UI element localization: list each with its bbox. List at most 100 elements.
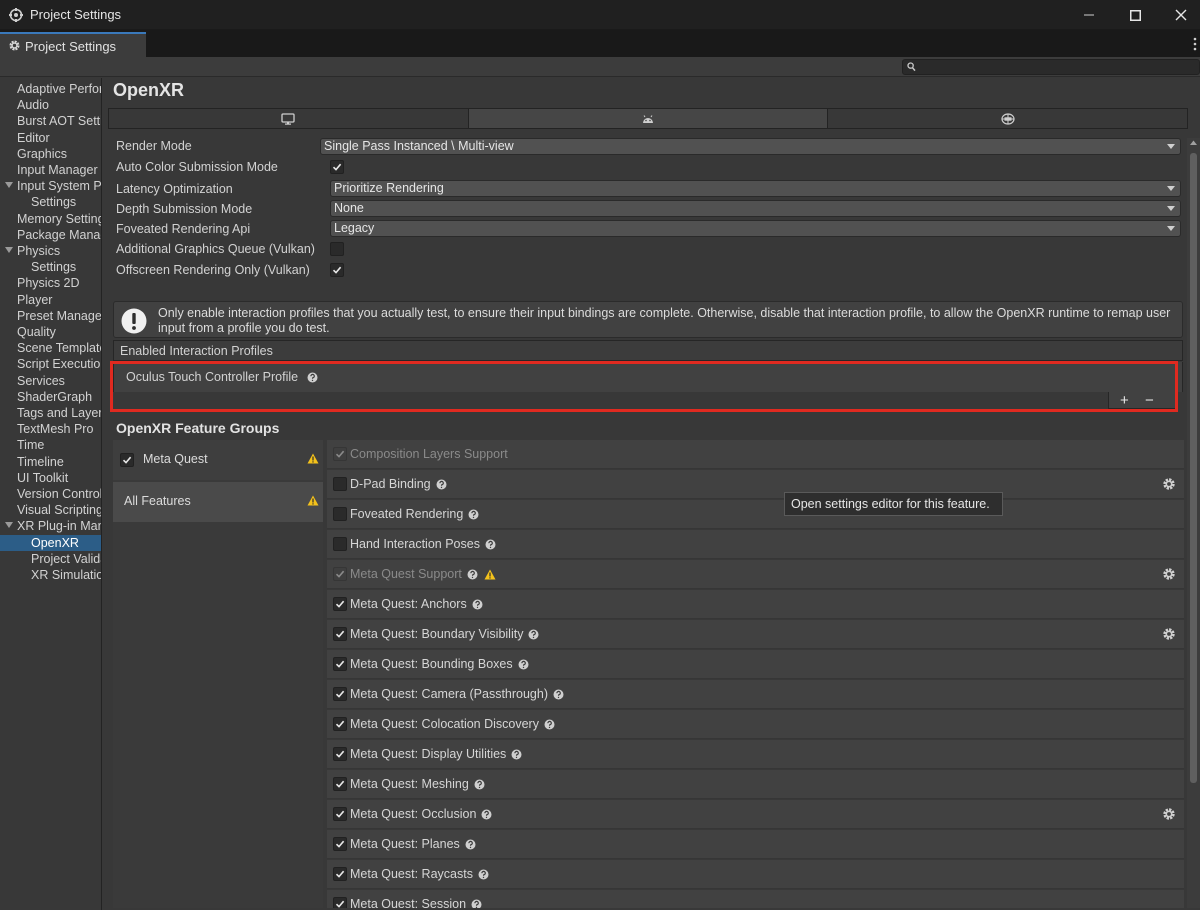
vertical-scrollbar[interactable] [1187,138,1200,908]
feature-row-meta-quest-boundary-visibility[interactable]: Meta Quest: Boundary Visibility [327,620,1184,649]
sidebar-item-time[interactable]: Time [0,437,101,453]
feature-row-meta-quest-session[interactable]: Meta Quest: Session [327,890,1184,908]
sidebar-item-ui-toolkit[interactable]: UI Toolkit [0,470,101,486]
remove-profile-button[interactable]: − [1145,392,1154,409]
feature-checkbox[interactable] [333,627,347,641]
sidebar-item-settings[interactable]: Settings [0,194,101,210]
minimize-button[interactable] [1066,0,1112,30]
expand-arrow-icon[interactable] [5,247,13,254]
sidebar-item-editor[interactable]: Editor [0,130,101,146]
sidebar-item-shadergraph[interactable]: ShaderGraph [0,389,101,405]
sidebar-item-adaptive-performance[interactable]: Adaptive Performance [0,81,101,97]
feature-checkbox[interactable] [333,897,347,908]
feature-checkbox[interactable] [333,597,347,611]
settings-gear-icon[interactable] [1162,567,1176,581]
feature-row-meta-quest-bounding-boxes[interactable]: Meta Quest: Bounding Boxes [327,650,1184,679]
maximize-button[interactable] [1112,0,1158,30]
help-icon[interactable] [485,539,496,550]
sidebar-item-input-manager[interactable]: Input Manager [0,162,101,178]
feature-row-meta-quest-colocation-discovery[interactable]: Meta Quest: Colocation Discovery [327,710,1184,739]
sidebar-item-script-execution-order[interactable]: Script Execution Order [0,356,101,372]
help-icon[interactable] [481,809,492,820]
feature-row-meta-quest-planes[interactable]: Meta Quest: Planes [327,830,1184,859]
feature-row-meta-quest-camera-passthrough[interactable]: Meta Quest: Camera (Passthrough) [327,680,1184,709]
feature-checkbox[interactable] [333,477,347,491]
feature-row-meta-quest-support[interactable]: Meta Quest Support [327,560,1184,589]
settings-gear-icon[interactable] [1162,477,1176,491]
list-item[interactable]: Oculus Touch Controller Profile [126,370,318,384]
help-icon[interactable] [307,372,318,383]
sidebar-item-audio[interactable]: Audio [0,97,101,113]
help-icon[interactable] [471,899,482,908]
feature-row-foveated-rendering[interactable]: Foveated Rendering [327,500,1184,529]
depth-submission-dropdown[interactable]: None [330,200,1181,217]
feature-row-meta-quest-anchors[interactable]: Meta Quest: Anchors [327,590,1184,619]
tab-platform-webgl[interactable] [828,109,1188,128]
feature-row-meta-quest-display-utilities[interactable]: Meta Quest: Display Utilities [327,740,1184,769]
sidebar-item-timeline[interactable]: Timeline [0,454,101,470]
group-checkbox[interactable] [120,453,134,467]
tab-platform-standalone[interactable] [109,109,469,128]
feature-checkbox[interactable] [333,837,347,851]
offscreen-rendering-checkbox[interactable] [330,263,344,277]
help-icon[interactable] [472,599,483,610]
sidebar-item-quality[interactable]: Quality [0,324,101,340]
help-icon[interactable] [553,689,564,700]
sidebar-item-services[interactable]: Services [0,373,101,389]
scrollbar-thumb[interactable] [1190,153,1197,783]
help-icon[interactable] [544,719,555,730]
sidebar-item-input-system-package[interactable]: Input System Package [0,178,101,194]
group-meta-quest[interactable]: Meta Quest [113,440,323,480]
sidebar-item-package-manager[interactable]: Package Manager [0,227,101,243]
help-icon[interactable] [478,869,489,880]
sidebar-item-physics[interactable]: Physics [0,243,101,259]
help-icon[interactable] [436,479,447,490]
sidebar-item-scene-template[interactable]: Scene Template [0,340,101,356]
help-icon[interactable] [528,629,539,640]
feature-row-composition-layers-support[interactable]: Composition Layers Support [327,440,1184,469]
help-icon[interactable] [474,779,485,790]
expand-arrow-icon[interactable] [5,182,13,189]
search-input[interactable] [902,59,1200,75]
sidebar-item-memory-settings[interactable]: Memory Settings [0,211,101,227]
feature-row-meta-quest-raycasts[interactable]: Meta Quest: Raycasts [327,860,1184,889]
feature-checkbox[interactable] [333,507,347,521]
feature-checkbox[interactable] [333,867,347,881]
tab-project-settings[interactable]: Project Settings [0,32,146,57]
feature-row-hand-interaction-poses[interactable]: Hand Interaction Poses [327,530,1184,559]
latency-optimization-dropdown[interactable]: Prioritize Rendering [330,180,1181,197]
expand-arrow-icon[interactable] [5,522,13,529]
group-all-features[interactable]: All Features [113,482,323,522]
sidebar-item-xr-plug-in-management[interactable]: XR Plug-in Management [0,518,101,534]
help-icon[interactable] [465,839,476,850]
feature-checkbox[interactable] [333,687,347,701]
tab-platform-android[interactable] [468,109,829,128]
sidebar-item-player[interactable]: Player [0,292,101,308]
sidebar-item-physics-2d[interactable]: Physics 2D [0,275,101,291]
feature-checkbox[interactable] [333,747,347,761]
sidebar-item-graphics[interactable]: Graphics [0,146,101,162]
feature-checkbox[interactable] [333,657,347,671]
settings-gear-icon[interactable] [1162,627,1176,641]
add-profile-button[interactable]: + [1120,392,1129,409]
help-icon[interactable] [467,569,478,580]
feature-row-meta-quest-meshing[interactable]: Meta Quest: Meshing [327,770,1184,799]
help-icon[interactable] [511,749,522,760]
feature-checkbox[interactable] [333,537,347,551]
close-button[interactable] [1158,0,1200,30]
feature-row-meta-quest-occlusion[interactable]: Meta Quest: Occlusion [327,800,1184,829]
sidebar-item-burst-aot-settings[interactable]: Burst AOT Settings [0,113,101,129]
sidebar-item-settings[interactable]: Settings [0,259,101,275]
render-mode-dropdown[interactable]: Single Pass Instanced \ Multi-view [320,138,1181,155]
sidebar-item-tags-and-layers[interactable]: Tags and Layers [0,405,101,421]
sidebar-item-xr-simulation[interactable]: XR Simulation [0,567,101,583]
sidebar-item-project-validation[interactable]: Project Validation [0,551,101,567]
feature-checkbox[interactable] [333,717,347,731]
auto-color-submission-checkbox[interactable] [330,160,344,174]
help-icon[interactable] [468,509,479,520]
additional-graphics-queue-checkbox[interactable] [330,242,344,256]
feature-checkbox[interactable] [333,777,347,791]
sidebar-item-openxr[interactable]: OpenXR [0,534,101,551]
foveated-rendering-api-dropdown[interactable]: Legacy [330,220,1181,237]
sidebar-item-textmesh-pro[interactable]: TextMesh Pro [0,421,101,437]
